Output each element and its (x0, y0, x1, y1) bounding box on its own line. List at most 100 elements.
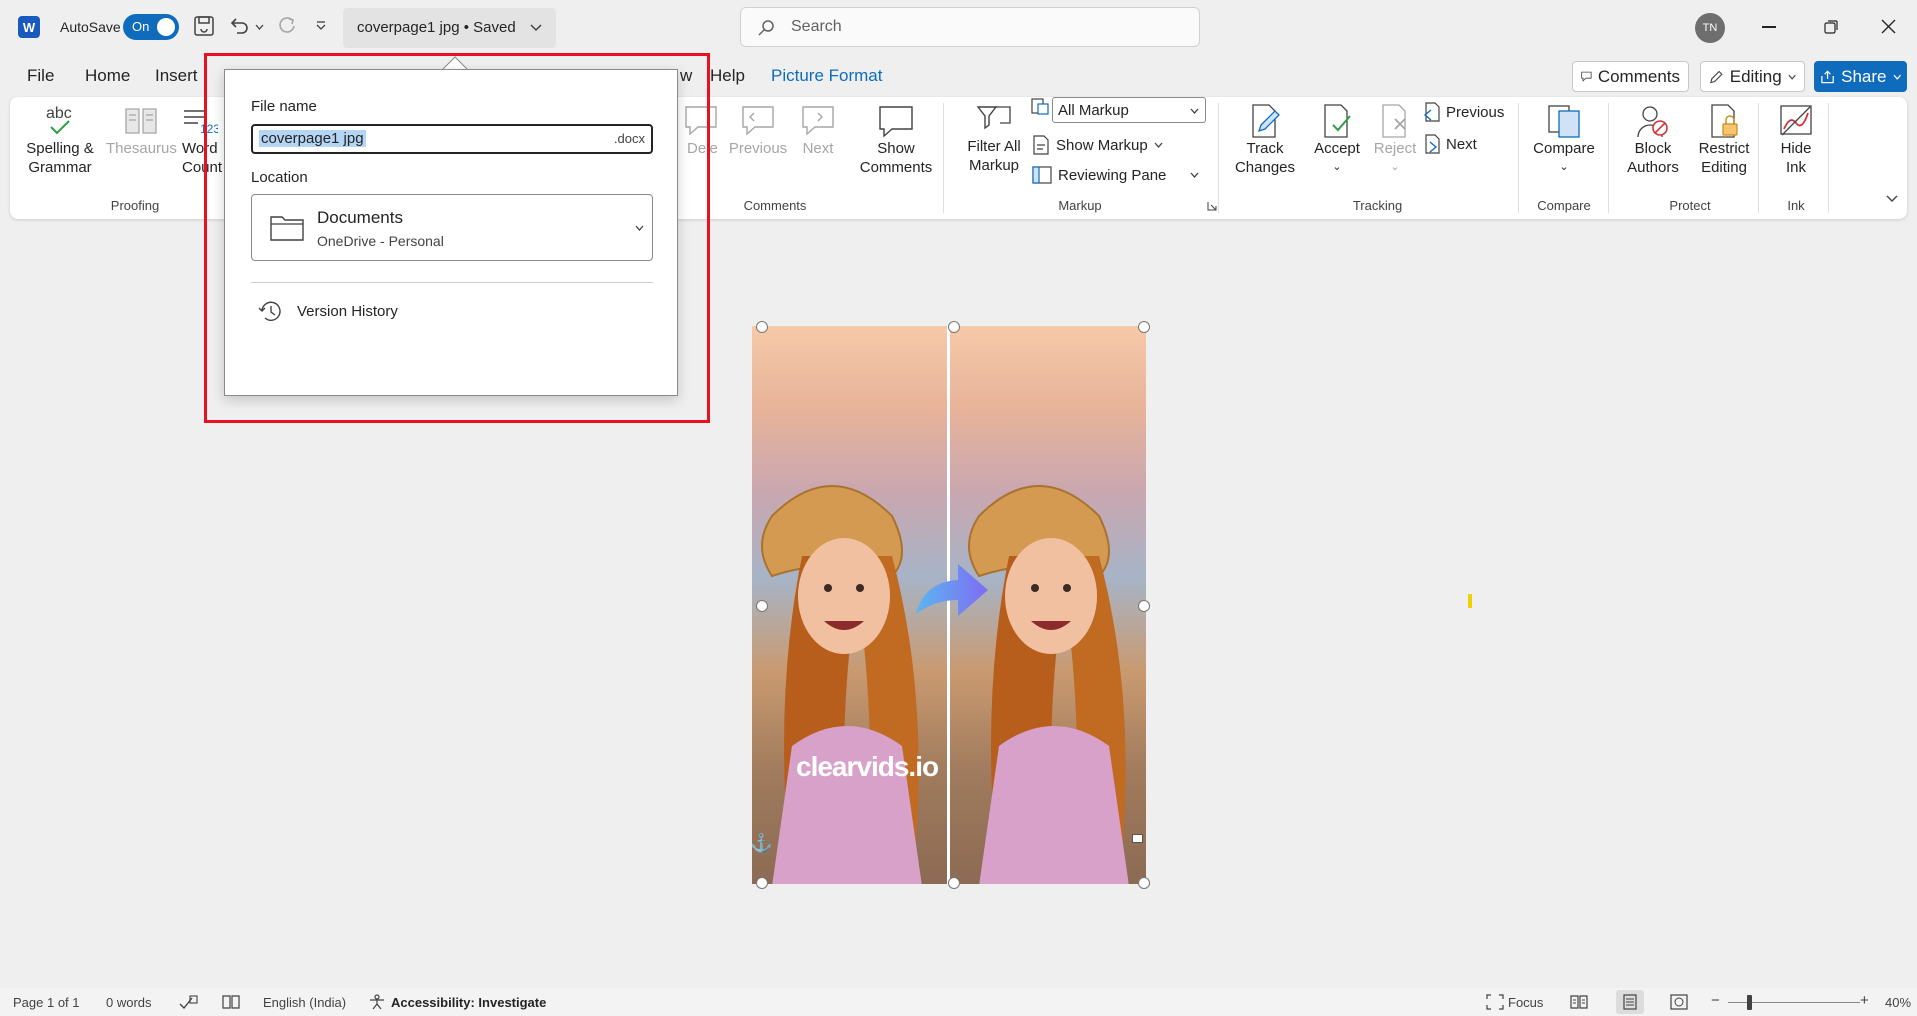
share-button[interactable]: Share (1814, 61, 1907, 92)
thesaurus-button[interactable]: Thesaurus (106, 103, 177, 158)
zoom-slider-thumb[interactable] (1747, 995, 1752, 1010)
focus-mode-button[interactable]: Focus (1508, 995, 1543, 1010)
version-history-button[interactable]: Version History (257, 299, 398, 323)
compare-icon (1548, 105, 1580, 138)
accept-button[interactable]: Accept ⌄ (1307, 103, 1367, 177)
zoom-out-button[interactable]: − (1711, 992, 1720, 1009)
customize-toolbar-icon[interactable] (316, 21, 326, 31)
next-comment-label: Next (802, 140, 834, 157)
next-change-icon (1425, 134, 1440, 154)
ribbon-collapse-chevron-icon[interactable] (1886, 195, 1898, 203)
spelling-check-icon: abc (46, 105, 72, 135)
chevron-down-icon (530, 24, 542, 32)
dialog-launcher-icon[interactable] (1207, 201, 1217, 211)
compare-button[interactable]: Compare ⌄ (1528, 103, 1600, 177)
read-mode-icon[interactable] (1570, 994, 1588, 1010)
next-change-label: Next (1446, 135, 1477, 153)
book-icon[interactable] (222, 994, 240, 1010)
web-layout-icon[interactable] (1670, 994, 1688, 1010)
resize-handle[interactable] (756, 877, 768, 889)
tab-file[interactable]: File (27, 66, 54, 86)
resize-handle[interactable] (756, 321, 768, 333)
word-logo-icon: W (18, 16, 40, 38)
avatar[interactable]: TN (1695, 13, 1725, 43)
filter-all-markup-button[interactable]: Filter All Markup (955, 103, 1033, 175)
block-authors-button[interactable]: Block Authors (1618, 103, 1688, 177)
location-sub: OneDrive - Personal (317, 233, 444, 249)
print-layout-button[interactable] (1616, 990, 1644, 1014)
watermark-text: clearvids.io (796, 751, 939, 782)
file-name-field[interactable]: coverpage1 jpg .docx (251, 124, 653, 154)
track-changes-icon (1252, 104, 1280, 138)
undo-dropdown-chevron-icon[interactable] (255, 24, 264, 30)
resize-handle[interactable] (1138, 600, 1150, 612)
location-label: Location (251, 169, 308, 186)
chevron-down-icon: ⌄ (1332, 161, 1342, 173)
track-changes-button[interactable]: Track Changes (1228, 103, 1302, 177)
autosave-state: On (132, 19, 150, 34)
resize-handle[interactable] (1138, 877, 1150, 889)
next-change-button[interactable]: Next (1422, 134, 1477, 154)
editing-mode-button[interactable]: Editing (1700, 61, 1805, 92)
proofing-status-icon[interactable] (178, 994, 198, 1010)
status-bar: Page 1 of 1 0 words English (India) Acce… (0, 988, 1917, 1016)
autosave-label: AutoSave (60, 19, 121, 35)
block-authors-label-2: Authors (1627, 159, 1679, 176)
resize-handle[interactable] (1138, 321, 1150, 333)
previous-comment-button[interactable]: Previous (726, 103, 790, 158)
comment-icon (1581, 71, 1592, 82)
restrict-editing-button[interactable]: Restrict Editing (1692, 103, 1756, 177)
anchor-icon[interactable]: ⚓ (750, 833, 772, 854)
restore-icon[interactable] (1824, 20, 1838, 34)
share-button-label: Share (1841, 66, 1887, 86)
document-title-button[interactable]: coverpage1 jpg • Saved (343, 8, 556, 48)
save-icon[interactable] (193, 15, 215, 37)
autosave-toggle[interactable]: On (123, 14, 179, 40)
reject-button[interactable]: Reject ⌄ (1368, 103, 1422, 177)
page-indicator[interactable]: Page 1 of 1 (13, 995, 80, 1010)
protect-group-label: Protect (1669, 198, 1711, 213)
word-count-indicator[interactable]: 0 words (106, 995, 152, 1010)
show-markup-button[interactable]: Show Markup (1032, 135, 1163, 155)
next-comment-button[interactable]: Next (794, 103, 842, 158)
language-indicator[interactable]: English (India) (263, 995, 346, 1010)
tab-picture-format[interactable]: Picture Format (771, 66, 882, 86)
reviewing-pane-button[interactable]: Reviewing Pane (1032, 166, 1199, 184)
document-picture[interactable]: clearvids.io (752, 326, 1146, 884)
close-icon[interactable] (1881, 19, 1896, 34)
resize-handle[interactable] (948, 321, 960, 333)
comments-icon (879, 106, 913, 138)
accessibility-icon[interactable] (368, 994, 386, 1010)
search-input[interactable]: Search (740, 7, 1200, 47)
ribbon-separator (1608, 103, 1609, 213)
focus-icon[interactable] (1486, 994, 1504, 1010)
resize-handle[interactable] (948, 877, 960, 889)
zoom-in-button[interactable]: + (1860, 992, 1869, 1009)
accessibility-indicator[interactable]: Accessibility: Investigate (391, 995, 546, 1010)
redo-icon[interactable] (276, 15, 298, 37)
comments-button[interactable]: Comments (1572, 61, 1689, 92)
book-icon (125, 108, 157, 134)
filter-all-label-2: Markup (968, 157, 1020, 174)
ribbon-separator (1518, 103, 1519, 213)
undo-icon[interactable] (228, 15, 250, 37)
chevron-down-icon (1788, 74, 1796, 80)
comments-button-label: Comments (1597, 66, 1680, 86)
layout-options-icon[interactable] (1132, 834, 1143, 843)
resize-handle[interactable] (756, 600, 768, 612)
markup-display-select[interactable]: All Markup (1052, 97, 1206, 123)
share-icon (1821, 69, 1834, 83)
reviewing-pane-icon (1032, 166, 1052, 184)
zoom-level[interactable]: 40% (1885, 995, 1911, 1010)
tab-insert[interactable]: Insert (155, 66, 198, 86)
previous-change-button[interactable]: Previous (1422, 102, 1504, 122)
hide-ink-button[interactable]: Hide Ink (1766, 103, 1826, 177)
location-select[interactable]: Documents OneDrive - Personal (251, 194, 653, 261)
spelling-grammar-button[interactable]: abc Spelling & Grammar (24, 103, 96, 177)
tab-home[interactable]: Home (85, 66, 130, 86)
chevron-down-icon (1190, 108, 1199, 114)
tab-help[interactable]: Help (710, 66, 745, 86)
file-extension: .docx (613, 131, 645, 146)
show-comments-button[interactable]: Show Comments (848, 103, 944, 177)
minimize-icon[interactable] (1762, 26, 1776, 28)
